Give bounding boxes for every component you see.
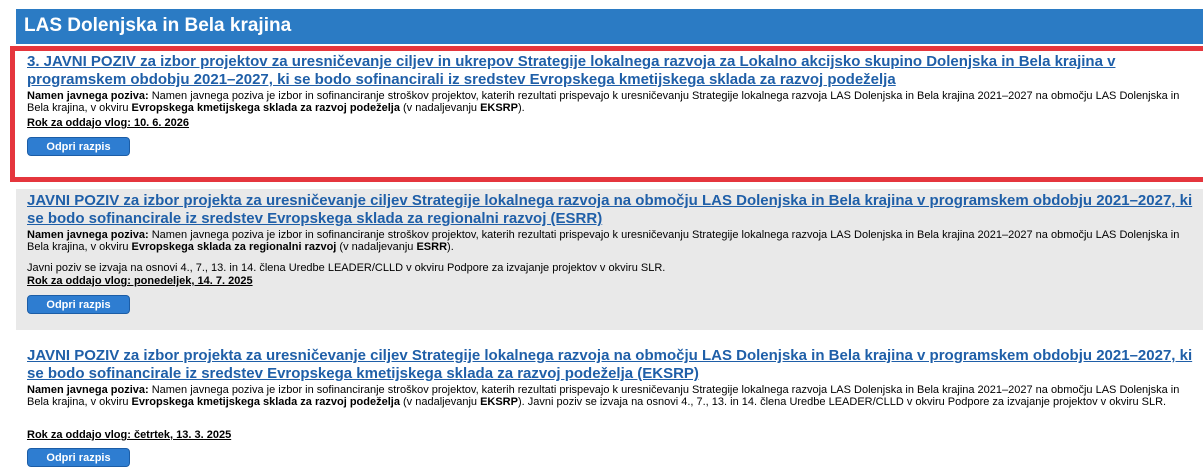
open-call-button[interactable]: Odpri razpis xyxy=(27,448,130,467)
fund-abbreviation: ESRR xyxy=(416,241,448,253)
call-deadline: Rok za oddajo vlog: četrtek, 13. 3. 2025 xyxy=(27,429,232,441)
call-description: Namen javnega poziva: Namen javnega pozi… xyxy=(27,229,1197,253)
section-header: LAS Dolenjska in Bela krajina xyxy=(16,9,1203,44)
call-legal-basis: Javni poziv se izvaja na osnovi 4., 7., … xyxy=(27,262,666,274)
fund-name: Evropskega sklada za regionalni razvoj xyxy=(131,241,337,253)
call-card-2: JAVNI POZIV za izbor projekta za uresnič… xyxy=(16,189,1203,330)
fund-suffix-end: ). Javni poziv se izvaja na osnovi 4., 7… xyxy=(517,396,1167,408)
fund-suffix: (v nadaljevanju xyxy=(336,241,417,253)
description-label: Namen javnega poziva: xyxy=(27,229,149,241)
section-title: LAS Dolenjska in Bela krajina xyxy=(24,15,292,36)
fund-abbreviation: EKSRP xyxy=(480,396,518,408)
call-deadline: Rok za oddajo vlog: ponedeljek, 14. 7. 2… xyxy=(27,275,253,287)
fund-suffix-end: ). xyxy=(447,241,454,253)
call-title-link[interactable]: JAVNI POZIV za izbor projekta za uresnič… xyxy=(27,347,1197,383)
call-description: Namen javnega poziva: Namen javnega pozi… xyxy=(27,384,1197,408)
description-label: Namen javnega poziva: xyxy=(27,384,149,396)
fund-name: Evropskega kmetijskega sklada za razvoj … xyxy=(131,396,400,408)
call-title-link[interactable]: JAVNI POZIV za izbor projekta za uresnič… xyxy=(27,192,1197,228)
fund-suffix: (v nadaljevanju xyxy=(399,396,481,408)
open-call-button[interactable]: Odpri razpis xyxy=(27,295,130,314)
selection-highlight xyxy=(10,46,1203,182)
call-card-3: JAVNI POZIV za izbor projekta za uresnič… xyxy=(16,343,1203,467)
